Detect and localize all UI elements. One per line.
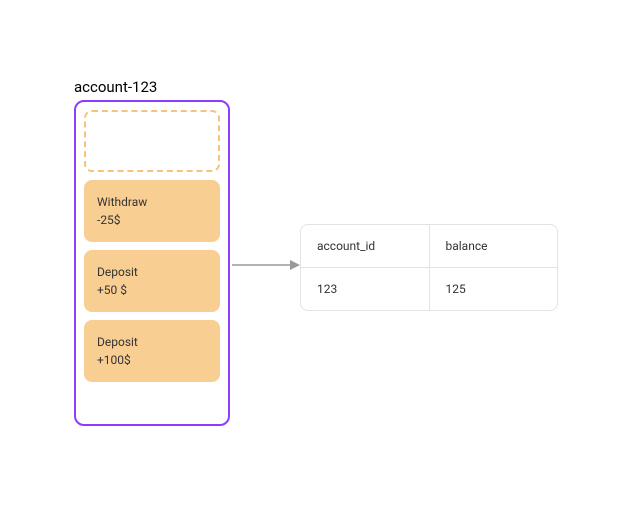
event-amount: +50 $ [97,283,207,297]
table-header-row: account_id balance [301,225,557,268]
table-cell: 125 [430,268,558,310]
table-header-cell: balance [430,225,558,267]
account-container: Withdraw -25$ Deposit +50 $ Deposit +100… [74,100,230,426]
table-cell: 123 [301,268,430,310]
event-title: Withdraw [97,195,207,209]
event-title: Deposit [97,335,207,349]
event-card: Deposit +50 $ [84,250,220,312]
balance-table: account_id balance 123 125 [300,224,558,311]
account-label: account-123 [74,78,157,96]
event-title: Deposit [97,265,207,279]
arrow-icon [232,258,300,272]
event-card: Withdraw -25$ [84,180,220,242]
event-amount: -25$ [97,213,207,227]
table-header-cell: account_id [301,225,430,267]
event-card: Deposit +100$ [84,320,220,382]
table-row: 123 125 [301,268,557,310]
event-amount: +100$ [97,353,207,367]
placeholder-event-slot [84,110,220,172]
